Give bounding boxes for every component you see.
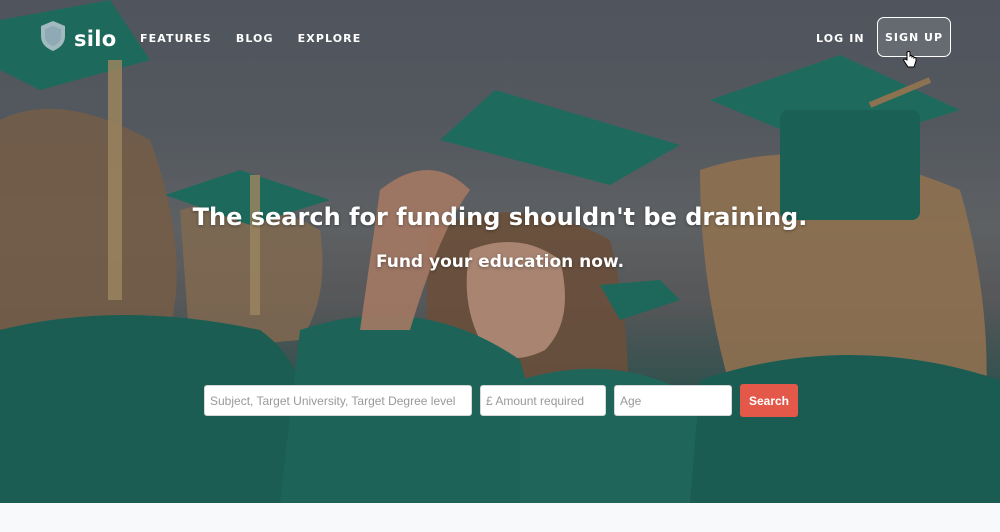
brand-logo[interactable]: silo <box>40 20 117 57</box>
hand-pointer-cursor-icon <box>903 51 917 74</box>
hero-subheadline: Fund your education now. <box>375 252 625 272</box>
brand-name: silo <box>74 26 117 51</box>
subject-search-input[interactable] <box>204 385 472 416</box>
age-input[interactable] <box>614 385 732 416</box>
nav-item-features[interactable]: FEATURES <box>140 32 212 45</box>
main-nav: FEATURES BLOG EXPLORE <box>140 32 385 45</box>
shield-logo-icon <box>40 20 66 57</box>
login-link[interactable]: LOG IN <box>816 32 865 45</box>
amount-input[interactable] <box>480 385 606 416</box>
hero-headline: The search for funding shouldn't be drai… <box>192 203 808 231</box>
search-button[interactable]: Search <box>740 384 798 417</box>
nav-item-blog[interactable]: BLOG <box>236 32 274 45</box>
page-content-start <box>0 503 1000 532</box>
nav-item-explore[interactable]: EXPLORE <box>298 32 362 45</box>
